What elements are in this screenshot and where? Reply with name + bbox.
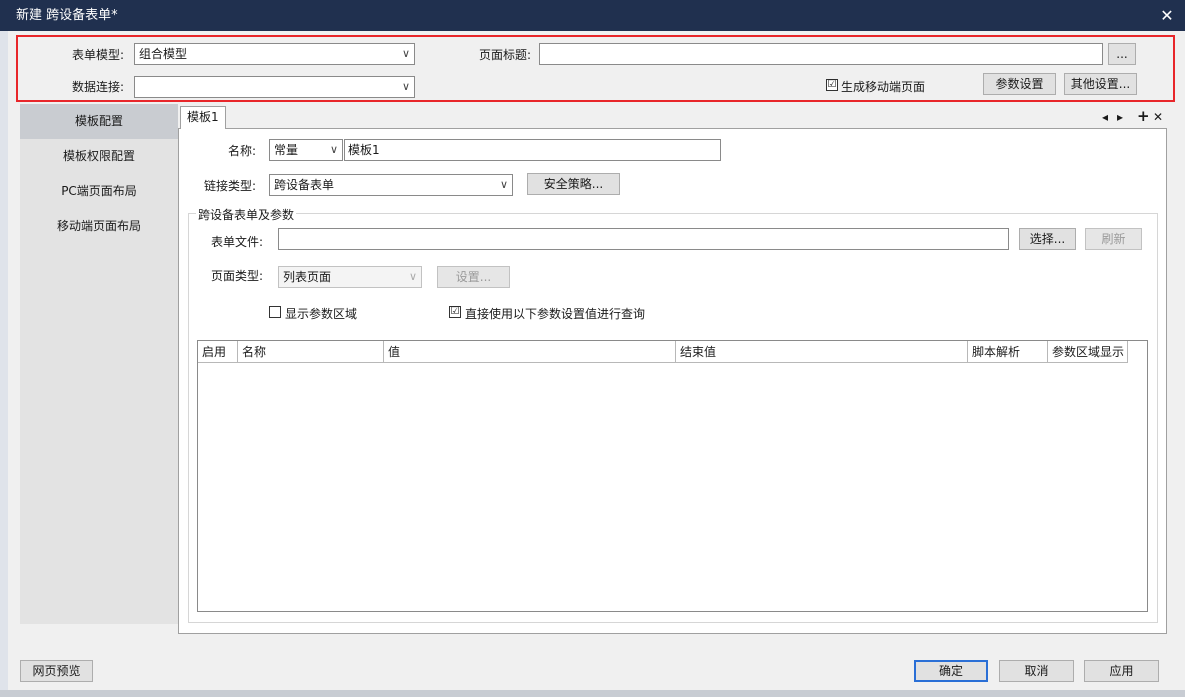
config-sidebar: 模板配置 模板权限配置 PC端页面布局 移动端页面布局 <box>20 104 178 624</box>
dialog-right-edge <box>1177 31 1185 697</box>
name-type-select[interactable]: 常量 ∨ <box>269 139 343 161</box>
web-preview-button[interactable]: 网页预览 <box>20 660 93 682</box>
add-tab-icon[interactable]: + <box>1137 107 1150 125</box>
apply-button[interactable]: 应用 <box>1084 660 1159 682</box>
use-params-checkbox[interactable]: ☑ <box>449 306 461 318</box>
close-icon[interactable]: ✕ <box>1157 0 1177 31</box>
form-file-input[interactable] <box>278 228 1009 250</box>
form-file-label: 表单文件: <box>211 235 264 249</box>
sidebar-item-mobile-layout[interactable]: 移动端页面布局 <box>20 209 178 244</box>
name-input[interactable]: 模板1 <box>344 139 721 161</box>
choose-button[interactable]: 选择... <box>1019 228 1076 250</box>
column-header-end-value[interactable]: 结束值 <box>676 341 968 363</box>
column-header-value[interactable]: 值 <box>384 341 676 363</box>
highlight-box <box>16 35 1175 102</box>
security-policy-button[interactable]: 安全策略... <box>527 173 620 195</box>
tab-next-icon[interactable]: ▸ <box>1117 110 1123 124</box>
tab-prev-icon[interactable]: ◂ <box>1102 110 1108 124</box>
ok-button[interactable]: 确定 <box>914 660 988 682</box>
link-type-label: 链接类型: <box>204 179 257 193</box>
chevron-down-icon: ∨ <box>329 143 338 156</box>
dialog-title: 新建 跨设备表单* <box>16 8 118 23</box>
show-params-checkbox[interactable] <box>269 306 281 318</box>
tab-template-1[interactable]: 模板1 <box>180 106 226 129</box>
close-tab-icon[interactable]: ✕ <box>1153 110 1163 124</box>
show-params-label: 显示参数区域 <box>285 307 358 321</box>
chevron-down-icon: ∨ <box>499 178 508 191</box>
use-params-label: 直接使用以下参数设置值进行查询 <box>465 307 646 321</box>
column-header-name[interactable]: 名称 <box>238 341 384 363</box>
chevron-down-icon: ∨ <box>408 270 417 283</box>
group-title: 跨设备表单及参数 <box>196 206 297 223</box>
column-header-param-display[interactable]: 参数区域显示 <box>1048 341 1128 363</box>
param-table[interactable]: 启用 名称 值 结束值 脚本解析 参数区域显示 <box>197 340 1148 612</box>
cancel-button[interactable]: 取消 <box>999 660 1074 682</box>
dialog-title-bar: 新建 跨设备表单* <box>0 0 1185 31</box>
sidebar-item-template-permissions[interactable]: 模板权限配置 <box>20 139 178 174</box>
refresh-button[interactable]: 刷新 <box>1085 228 1142 250</box>
link-type-select[interactable]: 跨设备表单 ∨ <box>269 174 513 196</box>
column-header-script-parse[interactable]: 脚本解析 <box>968 341 1048 363</box>
sidebar-item-pc-layout[interactable]: PC端页面布局 <box>20 174 178 209</box>
sidebar-item-template-config[interactable]: 模板配置 <box>20 104 178 139</box>
column-header-enabled[interactable]: 启用 <box>198 341 238 363</box>
page-type-label: 页面类型: <box>211 269 264 283</box>
name-label: 名称: <box>228 144 257 158</box>
background-window-bottom <box>0 690 1185 697</box>
background-window-edge <box>0 31 8 697</box>
page-type-select[interactable]: 列表页面 ∨ <box>278 266 422 288</box>
page-settings-button[interactable]: 设置... <box>437 266 510 288</box>
